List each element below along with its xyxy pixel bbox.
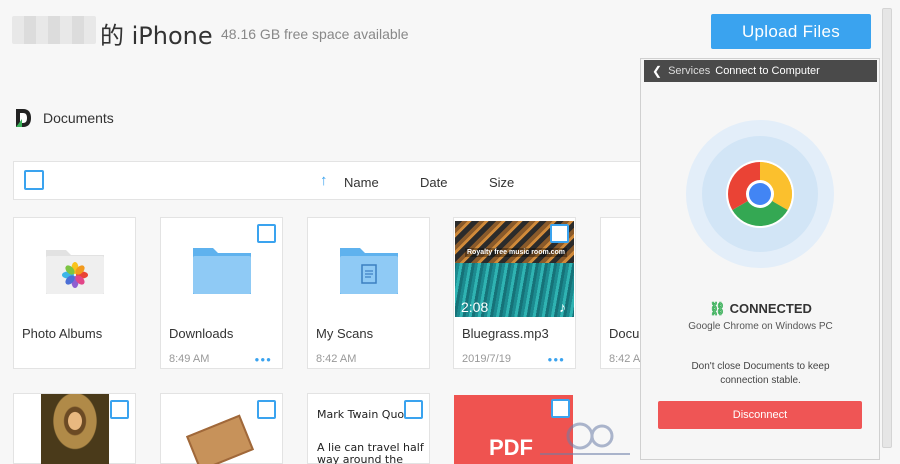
file-date: 2019/7/19 — [462, 353, 511, 365]
file-date: 8:42 AM — [316, 353, 357, 365]
select-checkbox[interactable] — [551, 399, 570, 418]
disconnect-button[interactable]: Disconnect — [658, 401, 862, 429]
free-space-label: 48.16 GB free space available — [221, 26, 409, 42]
note-line-1: Mark Twain Quote — [317, 408, 416, 421]
sort-by-name[interactable]: Name — [344, 175, 379, 190]
file-tile-my-scans[interactable]: My Scans 8:42 AM — [307, 217, 430, 369]
mona-lisa-image — [41, 394, 109, 464]
select-checkbox[interactable] — [257, 224, 276, 243]
file-tile-mark-twain-quote[interactable]: Mark Twain Quote A lie can travel half w… — [307, 393, 430, 464]
package-image — [185, 414, 255, 464]
file-list-toolbar: ↑ Name Date Size — [13, 161, 653, 200]
album-art-caption: Royalty free music room.com — [465, 248, 568, 257]
panel-header: ❮ Services Connect to Computer — [644, 60, 877, 82]
sort-by-date[interactable]: Date — [420, 175, 447, 190]
chrome-icon — [726, 160, 794, 228]
link-icon: ⛓ — [709, 301, 726, 316]
connection-warning: Don't close Documents to keep connection… — [691, 361, 830, 386]
page-scrollbar[interactable] — [882, 8, 892, 458]
scans-folder-thumb — [308, 218, 429, 322]
audio-duration: 2:08 — [461, 299, 489, 315]
more-options-icon[interactable]: ●●● — [255, 355, 273, 364]
file-name: Photo Albums — [22, 326, 103, 341]
file-tile-photo-albums[interactable]: Photo Albums — [13, 217, 136, 369]
photos-folder-icon — [45, 250, 104, 294]
documents-web-page: 的 iPhone 48.16 GB free space available U… — [0, 0, 900, 464]
device-title: 的 iPhone — [100, 22, 213, 50]
back-to-services[interactable]: Services — [668, 65, 710, 77]
sort-ascending-icon[interactable]: ↑ — [320, 173, 328, 188]
file-name: Bluegrass.mp3 — [462, 326, 549, 341]
file-name: Downloads — [169, 326, 234, 341]
file-date: 8:49 AM — [169, 353, 210, 365]
select-all-checkbox[interactable] — [24, 170, 44, 190]
folder-icon — [192, 248, 251, 294]
more-options-icon[interactable]: ●●● — [548, 355, 566, 364]
back-chevron-icon[interactable]: ❮ — [652, 64, 662, 78]
select-checkbox[interactable] — [110, 400, 129, 419]
device-name-redacted — [12, 16, 96, 44]
file-name: My Scans — [316, 326, 374, 341]
file-tile-downloads[interactable]: Downloads 8:49 AM ●●● — [160, 217, 283, 369]
sort-by-size[interactable]: Size — [489, 175, 514, 190]
note-line-3: way around the world — [317, 453, 403, 464]
documents-app-icon — [16, 109, 31, 127]
upload-files-button[interactable]: Upload Files — [711, 14, 871, 49]
select-checkbox[interactable] — [550, 224, 569, 243]
photos-folder-thumb — [14, 218, 135, 322]
connection-status: ⛓ CONNECTED — [644, 301, 877, 317]
scans-folder-icon — [339, 248, 398, 294]
panel-title: Connect to Computer — [715, 65, 820, 77]
music-note-icon: ♪ — [559, 299, 566, 315]
breadcrumb[interactable]: Documents — [43, 110, 114, 126]
select-checkbox[interactable] — [257, 400, 276, 419]
select-checkbox[interactable] — [404, 400, 423, 419]
file-tile-package[interactable] — [160, 393, 283, 464]
scrollbar-thumb[interactable] — [882, 8, 892, 448]
file-tile-bluegrass[interactable]: Royalty free music room.com 2:08 ♪ Blueg… — [453, 217, 576, 369]
connection-status-text: CONNECTED — [729, 301, 812, 316]
connected-browser-label: Google Chrome on Windows PC — [688, 321, 833, 332]
site-watermark-logo — [540, 422, 630, 455]
file-tile-mona-lisa[interactable] — [13, 393, 136, 464]
